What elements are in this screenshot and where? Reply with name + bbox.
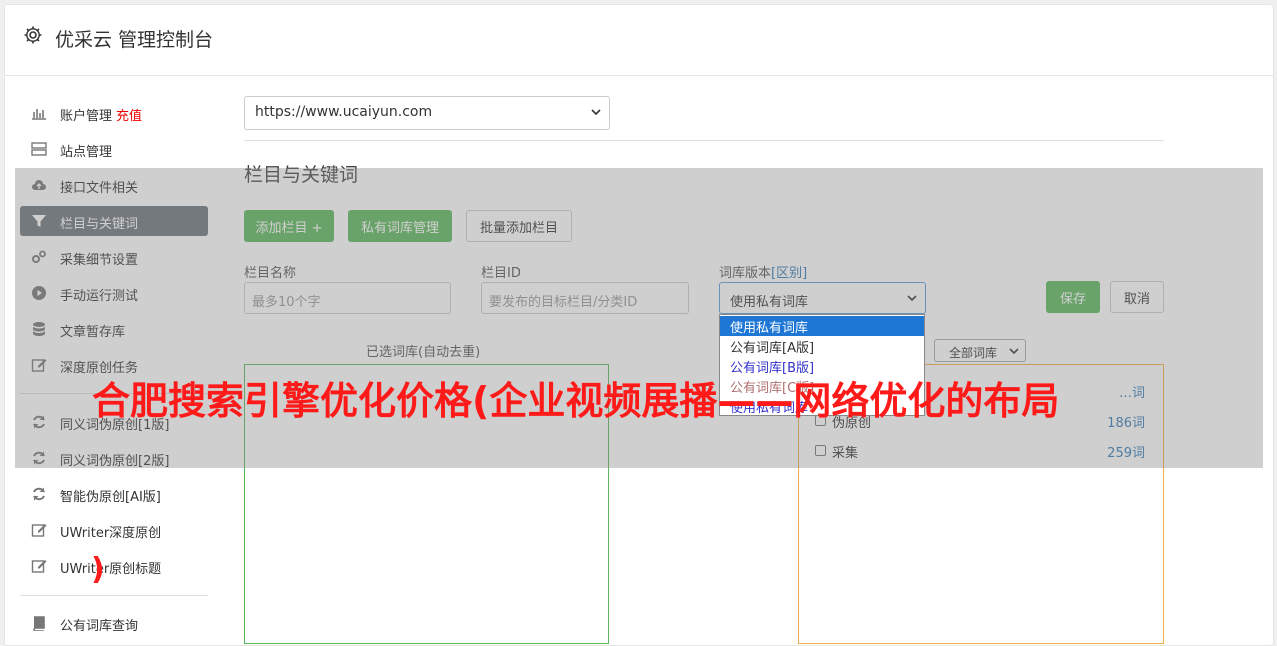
site-select-value: https://www.ucaiyun.com: [255, 104, 433, 120]
edit-icon: [31, 359, 47, 372]
chevron-down-icon: [907, 295, 917, 302]
batch-add-column-button[interactable]: 批量添加栏目: [466, 210, 572, 242]
sidebar-item-sites[interactable]: 站点管理: [20, 134, 208, 164]
lib-count: 186词: [1107, 416, 1145, 431]
dropdown-option[interactable]: 使用私有词库: [720, 316, 924, 336]
column-id-placeholder: 要发布的目标栏目/分类ID: [489, 295, 638, 310]
column-name-label: 栏目名称: [244, 266, 297, 281]
column-name-placeholder: 最多10个字: [252, 295, 321, 310]
gears-icon: [32, 250, 46, 263]
lib-filter-value: 全部词库: [949, 346, 998, 360]
recharge-link[interactable]: 充值: [116, 109, 142, 124]
divider: [244, 140, 1164, 141]
sidebar-item-label: 账户管理: [60, 109, 113, 124]
sidebar-item-label: 文章暂存库: [60, 325, 126, 340]
sidebar-item-uwriter-title[interactable]: UWriter原创标题: [20, 551, 208, 581]
edit-icon: [31, 524, 47, 537]
overlay-paren-text: ): [91, 552, 105, 587]
sidebar-item-label: 栏目与关键词: [60, 217, 139, 232]
add-column-button[interactable]: 添加栏目 +: [244, 210, 334, 242]
sidebar-item-synonym-v2[interactable]: 同义词伪原创[2版]: [20, 443, 208, 473]
sidebar-item-public-lib-query[interactable]: 公有词库查询: [20, 608, 208, 638]
database-icon: [33, 322, 45, 336]
gear-icon: [24, 26, 42, 44]
dropdown-option[interactable]: 公有词库[A版]: [720, 336, 924, 356]
lib-version-value: 使用私有词库: [730, 295, 809, 310]
cloud-upload-icon: [32, 180, 46, 190]
sidebar-item-label: 公有词库查询: [60, 619, 139, 634]
play-circle-icon: [32, 286, 46, 300]
lib-name: 采集: [832, 446, 859, 461]
filter-icon: [32, 215, 46, 227]
lib-checkbox[interactable]: [815, 445, 826, 456]
sidebar-item-label: 采集细节设置: [60, 253, 139, 268]
diff-link[interactable]: [区别]: [771, 266, 807, 281]
sidebar-item-columns-keywords[interactable]: 栏目与关键词: [20, 206, 208, 236]
edit-icon: [31, 560, 47, 573]
lib-version-select[interactable]: 使用私有词库: [719, 282, 926, 314]
lib-row[interactable]: 采集 259词: [815, 441, 1145, 461]
overlay-banner-text: 合肥搜索引擎优化价格(企业视频展播——网络优化的布局: [92, 379, 1060, 423]
sidebar-item-collect-settings[interactable]: 采集细节设置: [20, 242, 208, 272]
sidebar-item-label: 接口文件相关: [60, 181, 139, 196]
sidebar-item-account[interactable]: 账户管理 充值: [20, 98, 208, 128]
selected-libs-title: 已选词库(自动去重): [366, 345, 481, 360]
sidebar-item-label: UWriter原创标题: [60, 562, 162, 577]
chevron-down-icon: [591, 109, 601, 116]
sidebar-divider: [20, 595, 208, 596]
page-title: 优采云 管理控制台: [55, 29, 214, 51]
cancel-button[interactable]: 取消: [1110, 281, 1164, 313]
page-header: 优采云 管理控制台: [5, 5, 1273, 76]
site-select[interactable]: https://www.ucaiyun.com: [244, 96, 610, 130]
section-title: 栏目与关键词: [244, 164, 359, 186]
lib-filter-select[interactable]: 全部词库: [934, 339, 1026, 362]
sidebar-item-label: 手动运行测试: [60, 289, 139, 304]
sidebar-item-label: 同义词伪原创[2版]: [60, 454, 170, 469]
save-button[interactable]: 保存: [1046, 281, 1100, 313]
lib-count: 259词: [1107, 446, 1145, 461]
chevron-down-icon: [1009, 348, 1019, 355]
book-icon: [33, 616, 45, 631]
sidebar-item-label: 智能伪原创[AI版]: [60, 490, 161, 505]
sidebar-item-manual-run[interactable]: 手动运行测试: [20, 278, 208, 308]
sidebar-item-label: 站点管理: [60, 145, 113, 160]
sidebar-item-ai-rewrite[interactable]: 智能伪原创[AI版]: [20, 479, 208, 509]
bar-chart-icon: [32, 109, 46, 120]
column-id-label: 栏目ID: [481, 266, 521, 281]
refresh-icon: [33, 415, 45, 429]
lib-count: …词: [1118, 386, 1145, 401]
server-icon: [31, 142, 47, 156]
sidebar-item-uwriter-original[interactable]: UWriter深度原创: [20, 515, 208, 545]
sidebar-item-interface-files[interactable]: 接口文件相关: [20, 170, 208, 200]
column-id-input[interactable]: 要发布的目标栏目/分类ID: [481, 282, 689, 314]
private-lib-button[interactable]: 私有词库管理: [348, 210, 452, 242]
refresh-icon: [33, 487, 45, 501]
sidebar-item-label: UWriter深度原创: [60, 526, 162, 541]
column-name-input[interactable]: 最多10个字: [244, 282, 451, 314]
refresh-icon: [33, 451, 45, 465]
lib-version-label: 词库版本[区别]: [719, 266, 808, 281]
sidebar-item-article-store[interactable]: 文章暂存库: [20, 314, 208, 344]
